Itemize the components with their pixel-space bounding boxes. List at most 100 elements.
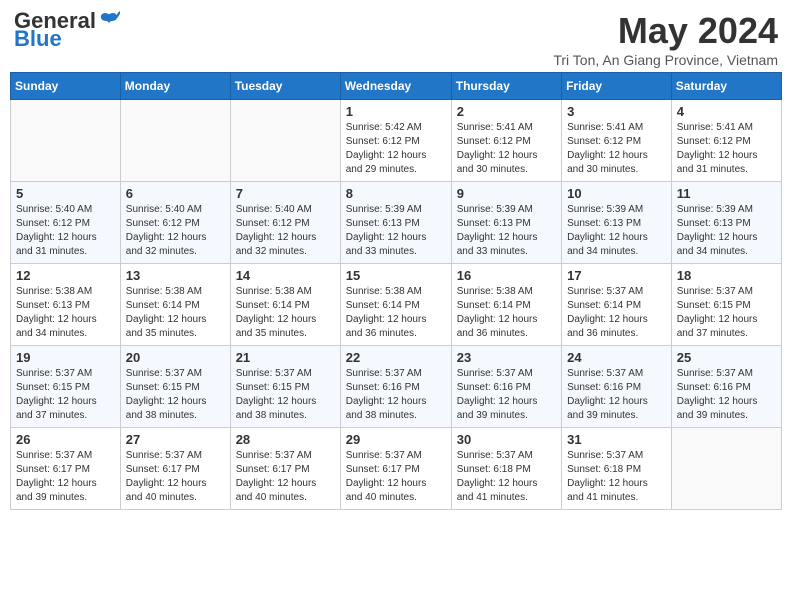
day-info: Sunrise: 5:39 AM Sunset: 6:13 PM Dayligh…: [567, 203, 666, 259]
day-number: 31: [567, 432, 666, 447]
calendar-cell: 7 Sunrise: 5:40 AM Sunset: 6:12 PM Daylig…: [230, 182, 340, 264]
calendar-week-row: 5 Sunrise: 5:40 AM Sunset: 6:12 PM Daylig…: [11, 182, 782, 264]
location: Tri Ton, An Giang Province, Vietnam: [553, 52, 778, 68]
day-info: Sunrise: 5:37 AM Sunset: 6:17 PM Dayligh…: [346, 449, 446, 505]
day-info: Sunrise: 5:40 AM Sunset: 6:12 PM Dayligh…: [126, 203, 225, 259]
day-number: 25: [677, 350, 776, 365]
day-number: 23: [457, 350, 556, 365]
calendar-cell: 17Sunrise: 5:37 AM Sunset: 6:14 PM Dayli…: [562, 264, 672, 346]
day-info: Sunrise: 5:37 AM Sunset: 6:15 PM Dayligh…: [16, 367, 115, 423]
calendar-cell: 24 Sunrise: 5:37 AM Sunset: 6:16 PM Dayli…: [562, 346, 672, 428]
day-number: 14: [236, 268, 335, 283]
day-number: 16: [457, 268, 556, 283]
weekday-header-friday: Friday: [562, 73, 672, 100]
calendar-cell: 16 Sunrise: 5:38 AM Sunset: 6:14 PM Dayli…: [451, 264, 561, 346]
calendar-cell: [11, 100, 121, 182]
day-number: 29: [346, 432, 446, 447]
day-number: 7: [236, 186, 335, 201]
calendar-cell: 22 Sunrise: 5:37 AM Sunset: 6:16 PM Dayli…: [340, 346, 451, 428]
day-number: 27: [126, 432, 225, 447]
weekday-header-tuesday: Tuesday: [230, 73, 340, 100]
calendar-cell: 30 Sunrise: 5:37 AM Sunset: 6:18 PM Dayli…: [451, 428, 561, 510]
calendar-cell: 3 Sunrise: 5:41 AM Sunset: 6:12 PM Daylig…: [562, 100, 672, 182]
day-number: 6: [126, 186, 225, 201]
day-number: 3: [567, 104, 666, 119]
day-number: 26: [16, 432, 115, 447]
day-number: 15: [346, 268, 446, 283]
day-info: Sunrise: 5:39 AM Sunset: 6:13 PM Dayligh…: [457, 203, 556, 259]
day-info: Sunrise: 5:41 AM Sunset: 6:12 PM Dayligh…: [677, 121, 776, 177]
calendar-cell: 5 Sunrise: 5:40 AM Sunset: 6:12 PM Daylig…: [11, 182, 121, 264]
calendar-cell: [120, 100, 230, 182]
calendar-week-row: 19 Sunrise: 5:37 AM Sunset: 6:15 PM Dayli…: [11, 346, 782, 428]
page-header: General Blue May 2024 Tri Ton, An Giang …: [10, 10, 782, 68]
calendar-cell: 26 Sunrise: 5:37 AM Sunset: 6:17 PM Dayli…: [11, 428, 121, 510]
calendar-cell: 23 Sunrise: 5:37 AM Sunset: 6:16 PM Dayli…: [451, 346, 561, 428]
day-info: Sunrise: 5:38 AM Sunset: 6:14 PM Dayligh…: [126, 285, 225, 341]
day-info: Sunrise: 5:37 AM Sunset: 6:15 PM Dayligh…: [236, 367, 335, 423]
day-number: 10: [567, 186, 666, 201]
calendar-cell: 11Sunrise: 5:39 AM Sunset: 6:13 PM Dayli…: [671, 182, 781, 264]
day-info: Sunrise: 5:37 AM Sunset: 6:17 PM Dayligh…: [16, 449, 115, 505]
day-info: Sunrise: 5:37 AM Sunset: 6:16 PM Dayligh…: [457, 367, 556, 423]
logo: General Blue: [14, 10, 120, 50]
day-info: Sunrise: 5:37 AM Sunset: 6:16 PM Dayligh…: [677, 367, 776, 423]
day-info: Sunrise: 5:37 AM Sunset: 6:18 PM Dayligh…: [567, 449, 666, 505]
weekday-header-sunday: Sunday: [11, 73, 121, 100]
day-info: Sunrise: 5:38 AM Sunset: 6:14 PM Dayligh…: [457, 285, 556, 341]
calendar-cell: 14Sunrise: 5:38 AM Sunset: 6:14 PM Dayli…: [230, 264, 340, 346]
weekday-header-wednesday: Wednesday: [340, 73, 451, 100]
day-info: Sunrise: 5:37 AM Sunset: 6:16 PM Dayligh…: [567, 367, 666, 423]
calendar-cell: 18 Sunrise: 5:37 AM Sunset: 6:15 PM Dayli…: [671, 264, 781, 346]
calendar-cell: 19 Sunrise: 5:37 AM Sunset: 6:15 PM Dayli…: [11, 346, 121, 428]
day-number: 21: [236, 350, 335, 365]
calendar-cell: 10 Sunrise: 5:39 AM Sunset: 6:13 PM Dayli…: [562, 182, 672, 264]
day-info: Sunrise: 5:39 AM Sunset: 6:13 PM Dayligh…: [346, 203, 446, 259]
calendar-week-row: 12Sunrise: 5:38 AM Sunset: 6:13 PM Dayli…: [11, 264, 782, 346]
calendar-cell: 20 Sunrise: 5:37 AM Sunset: 6:15 PM Dayli…: [120, 346, 230, 428]
day-info: Sunrise: 5:42 AM Sunset: 6:12 PM Dayligh…: [346, 121, 446, 177]
day-number: 18: [677, 268, 776, 283]
day-number: 30: [457, 432, 556, 447]
calendar-cell: 15 Sunrise: 5:38 AM Sunset: 6:14 PM Dayli…: [340, 264, 451, 346]
calendar-cell: 29 Sunrise: 5:37 AM Sunset: 6:17 PM Dayli…: [340, 428, 451, 510]
day-number: 19: [16, 350, 115, 365]
calendar-week-row: 1 Sunrise: 5:42 AM Sunset: 6:12 PM Daylig…: [11, 100, 782, 182]
day-number: 4: [677, 104, 776, 119]
day-info: Sunrise: 5:37 AM Sunset: 6:15 PM Dayligh…: [677, 285, 776, 341]
day-number: 28: [236, 432, 335, 447]
logo-blue: Blue: [14, 28, 120, 50]
day-number: 13: [126, 268, 225, 283]
weekday-header-saturday: Saturday: [671, 73, 781, 100]
day-info: Sunrise: 5:39 AM Sunset: 6:13 PM Dayligh…: [677, 203, 776, 259]
calendar-cell: [230, 100, 340, 182]
day-info: Sunrise: 5:37 AM Sunset: 6:16 PM Dayligh…: [346, 367, 446, 423]
day-number: 22: [346, 350, 446, 365]
calendar-cell: 28Sunrise: 5:37 AM Sunset: 6:17 PM Dayli…: [230, 428, 340, 510]
day-info: Sunrise: 5:38 AM Sunset: 6:14 PM Dayligh…: [346, 285, 446, 341]
day-info: Sunrise: 5:40 AM Sunset: 6:12 PM Dayligh…: [236, 203, 335, 259]
calendar-cell: 12Sunrise: 5:38 AM Sunset: 6:13 PM Dayli…: [11, 264, 121, 346]
day-info: Sunrise: 5:41 AM Sunset: 6:12 PM Dayligh…: [567, 121, 666, 177]
title-area: May 2024 Tri Ton, An Giang Province, Vie…: [553, 10, 778, 68]
day-info: Sunrise: 5:37 AM Sunset: 6:18 PM Dayligh…: [457, 449, 556, 505]
day-number: 24: [567, 350, 666, 365]
calendar-cell: 8 Sunrise: 5:39 AM Sunset: 6:13 PM Daylig…: [340, 182, 451, 264]
day-number: 20: [126, 350, 225, 365]
day-info: Sunrise: 5:38 AM Sunset: 6:13 PM Dayligh…: [16, 285, 115, 341]
day-number: 5: [16, 186, 115, 201]
day-number: 8: [346, 186, 446, 201]
day-info: Sunrise: 5:37 AM Sunset: 6:15 PM Dayligh…: [126, 367, 225, 423]
calendar-cell: [671, 428, 781, 510]
day-info: Sunrise: 5:40 AM Sunset: 6:12 PM Dayligh…: [16, 203, 115, 259]
calendar-cell: 6 Sunrise: 5:40 AM Sunset: 6:12 PM Daylig…: [120, 182, 230, 264]
calendar-week-row: 26 Sunrise: 5:37 AM Sunset: 6:17 PM Dayli…: [11, 428, 782, 510]
month-title: May 2024: [553, 10, 778, 52]
calendar-cell: 25 Sunrise: 5:37 AM Sunset: 6:16 PM Dayli…: [671, 346, 781, 428]
day-number: 1: [346, 104, 446, 119]
day-number: 2: [457, 104, 556, 119]
calendar-cell: 9Sunrise: 5:39 AM Sunset: 6:13 PM Daylig…: [451, 182, 561, 264]
calendar-cell: 31 Sunrise: 5:37 AM Sunset: 6:18 PM Dayli…: [562, 428, 672, 510]
day-info: Sunrise: 5:41 AM Sunset: 6:12 PM Dayligh…: [457, 121, 556, 177]
day-info: Sunrise: 5:37 AM Sunset: 6:17 PM Dayligh…: [126, 449, 225, 505]
